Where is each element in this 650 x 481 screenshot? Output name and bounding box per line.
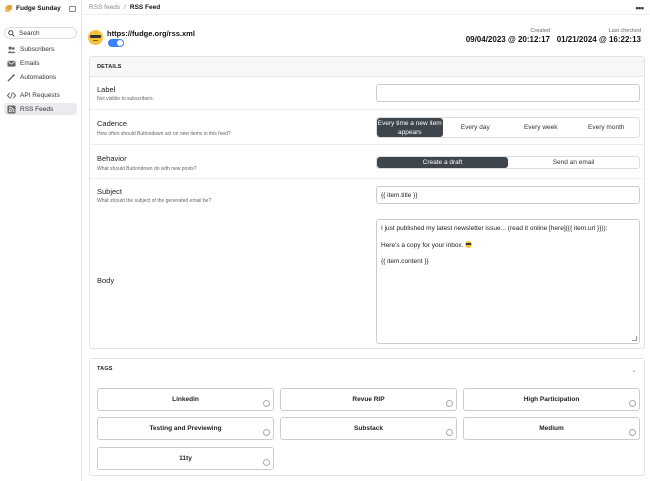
users-icon (7, 45, 16, 54)
tag-option[interactable]: Medium (463, 417, 640, 440)
search-label: Search (19, 29, 40, 37)
subject-desc: What should the subject of the generated… (97, 198, 212, 204)
label-desc: Not visible to subscribers. (97, 96, 154, 102)
tag-option[interactable]: Revue RIP (280, 388, 457, 411)
tag-option[interactable]: 11ty (97, 447, 274, 470)
wand-icon (7, 72, 16, 82)
tag-label: Revue RIP (352, 396, 385, 403)
cadence-segmented-control: Every time a new item appears Every day … (376, 117, 640, 138)
app-name: Fudge Sunday (16, 5, 61, 12)
tag-radio[interactable] (446, 429, 453, 436)
breadcrumb-parent-link[interactable]: RSS feeds (89, 4, 120, 11)
envelope-icon (7, 59, 16, 68)
tag-radio[interactable] (263, 429, 270, 436)
tag-option[interactable]: Linkedin (97, 388, 274, 411)
body-line-2-wrap: Here's a copy for your inbox. (381, 241, 473, 249)
tag-label: Substack (354, 425, 383, 432)
label-input[interactable] (376, 84, 640, 102)
breadcrumb-separator: / (124, 3, 126, 11)
more-icon: ••• (635, 2, 644, 13)
tag-radio[interactable] (263, 459, 270, 466)
last-checked-label: Last checked (608, 28, 641, 34)
tag-label: Medium (539, 425, 564, 432)
tags-panel: TAGS ⌄ Linkedin Revue RIP High Participa… (89, 358, 645, 476)
subject-input[interactable]: {{ item.title }} (376, 186, 640, 204)
body-line-3: {{ item.content }} (381, 258, 429, 265)
cadence-option-month[interactable]: Every month (574, 118, 640, 137)
cadence-desc: How often should Buttondown act on new i… (97, 131, 231, 137)
topbar: RSS feeds / RSS Feed ••• (82, 0, 650, 15)
sidebar: Fudge Sunday Search Subscribers Emails A… (0, 0, 82, 481)
resize-grip-icon[interactable] (632, 336, 637, 341)
tag-radio[interactable] (629, 429, 636, 436)
behavior-title: Behavior (97, 154, 127, 163)
sidebar-item-emails[interactable]: Emails (4, 57, 77, 69)
fudge-logo-icon (5, 5, 12, 12)
tag-label: Testing and Previewing (149, 425, 222, 432)
sidebar-item-label: Automations (20, 73, 57, 81)
tag-label: 11ty (179, 455, 192, 462)
chevron-down-icon[interactable]: ⌄ (631, 366, 637, 374)
created-stat: Created 09/04/2023 @ 20:12:17 (466, 28, 550, 44)
behavior-row: Behavior What should Buttondown do with … (90, 145, 644, 179)
sidebar-item-subscribers[interactable]: Subscribers (4, 43, 77, 55)
feed-header: https://fudge.org/rss.xml Created 09/04/… (88, 28, 643, 48)
behavior-segmented-control: Create a draft Send an email (376, 156, 640, 169)
body-line-1: I just published my latest newsletter is… (381, 225, 608, 232)
tag-label: High Participation (523, 396, 580, 403)
tag-option[interactable]: Testing and Previewing (97, 417, 274, 440)
search-icon (8, 29, 15, 37)
cadence-title: Cadence (97, 119, 128, 128)
sidebar-nav: Subscribers Emails Automations API Reque… (0, 43, 81, 115)
breadcrumb-current: RSS Feed (129, 3, 161, 11)
code-icon (7, 91, 16, 100)
brand[interactable]: Fudge Sunday (0, 1, 81, 16)
behavior-option-send[interactable]: Send an email (508, 157, 639, 168)
details-heading: DETAILS (90, 57, 644, 77)
sidebar-item-label: Subscribers (20, 45, 55, 53)
body-line-2: Here's a copy for your inbox. (381, 242, 464, 249)
label-row: Label Not visible to subscribers. (90, 77, 644, 110)
tag-label: Linkedin (172, 396, 199, 403)
subject-title: Subject (97, 187, 123, 196)
sidebar-item-label: RSS Feeds (20, 105, 54, 113)
breadcrumb: RSS feeds / RSS Feed (89, 4, 160, 11)
behavior-desc: What should Buttondown do with new posts… (97, 166, 197, 172)
sidebar-item-automations[interactable]: Automations (4, 71, 77, 83)
tag-radio[interactable] (629, 400, 636, 407)
sidebar-item-label: API Requests (20, 91, 60, 99)
created-value: 09/04/2023 @ 20:12:17 (465, 35, 550, 44)
details-panel: DETAILS Label Not visible to subscribers… (89, 56, 645, 349)
subject-input-value: {{ item.title }} (381, 192, 418, 199)
tag-radio[interactable] (446, 400, 453, 407)
sidebar-item-api-requests[interactable]: API Requests (4, 89, 77, 101)
label-title: Label (97, 85, 116, 94)
body-textarea[interactable]: I just published my latest newsletter is… (376, 219, 640, 344)
subject-row: Subject What should the subject of the g… (90, 179, 644, 213)
created-label: Created (530, 28, 550, 34)
feed-avatar-icon (88, 30, 103, 45)
last-checked-value: 01/21/2024 @ 16:22:13 (556, 35, 641, 44)
cadence-option-new-item[interactable]: Every time a new item appears (377, 118, 443, 137)
search-input[interactable]: Search (4, 27, 77, 39)
sidebar-item-label: Emails (20, 59, 40, 67)
cadence-option-day[interactable]: Every day (443, 118, 509, 137)
rss-icon (7, 104, 16, 114)
sidebar-item-rss-feeds[interactable]: RSS Feeds (4, 103, 77, 115)
tag-option[interactable]: Substack (280, 417, 457, 440)
behavior-option-draft[interactable]: Create a draft (377, 157, 508, 168)
sidebar-toggle-icon[interactable] (69, 5, 76, 12)
feed-enabled-toggle[interactable] (108, 39, 124, 47)
tags-heading: TAGS (90, 359, 644, 379)
feed-url: https://fudge.org/rss.xml (107, 29, 195, 38)
cadence-option-week[interactable]: Every week (508, 118, 574, 137)
last-checked-stat: Last checked 01/21/2024 @ 16:22:13 (557, 28, 641, 44)
more-options-button[interactable]: ••• (633, 2, 646, 13)
cadence-row: Cadence How often should Buttondown act … (90, 110, 644, 145)
tag-option[interactable]: High Participation (463, 388, 640, 411)
body-title: Body (97, 276, 115, 285)
sunglasses-emoji-icon (465, 241, 473, 248)
tag-radio[interactable] (263, 400, 270, 407)
